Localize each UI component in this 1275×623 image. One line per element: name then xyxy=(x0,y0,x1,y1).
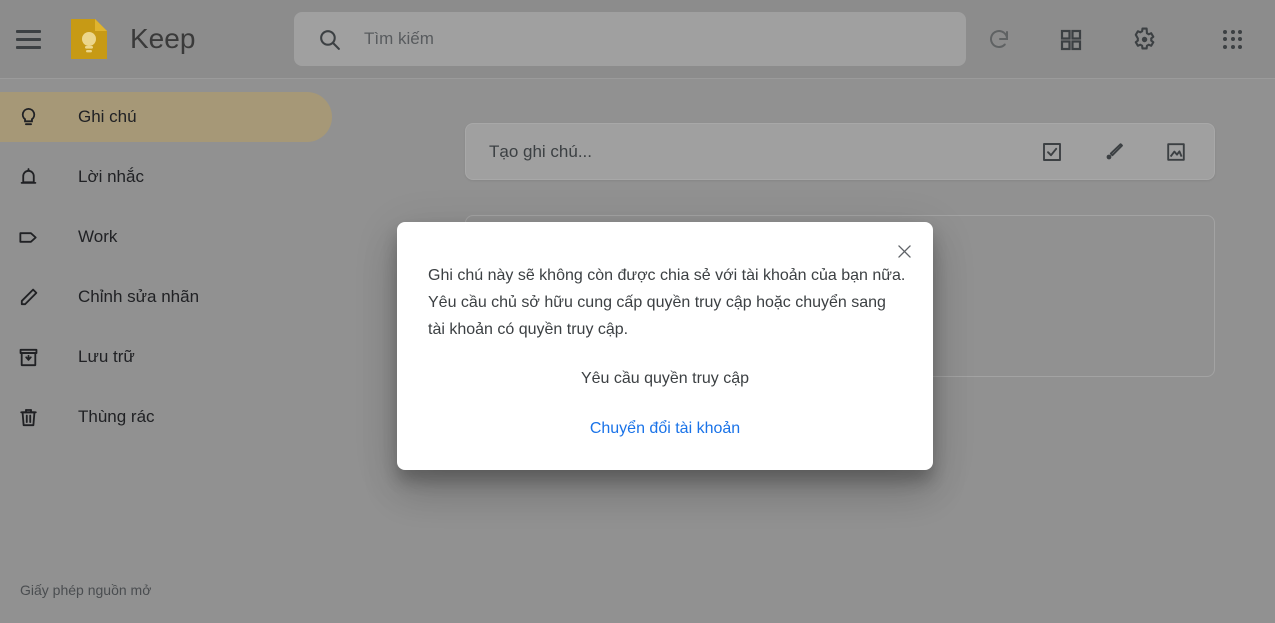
search-bar[interactable] xyxy=(294,12,966,66)
keep-app: Keep Tìm kiếm Ghi chú Lời nhắc Work Chỉn… xyxy=(0,0,1275,623)
sidebar-item-label: Chỉnh sửa nhãn xyxy=(78,287,200,306)
search-icon xyxy=(316,26,342,52)
sidebar-item-archive[interactable]: Lưu trữ xyxy=(0,332,332,382)
search-input[interactable] xyxy=(364,12,966,66)
sidebar-item-work[interactable]: Work xyxy=(0,212,332,262)
sidebar-item-label: Lưu trữ xyxy=(78,347,135,366)
lightbulb-icon xyxy=(16,105,40,129)
dialog-actions: Yêu cầu quyền truy cập Chuyển đổi tài kh… xyxy=(397,362,933,446)
hamburger-bar xyxy=(15,29,41,33)
composer-actions xyxy=(1028,128,1214,176)
label-tag-icon xyxy=(16,225,40,249)
no-access-dialog: Ghi chú này sẽ không còn được chia sẻ vớ… xyxy=(397,222,933,470)
new-list-button[interactable] xyxy=(1028,128,1076,176)
header-actions xyxy=(963,0,1275,79)
sidebar: Ghi chú Lời nhắc Work Chỉnh sửa nhãn Lưu… xyxy=(0,79,332,623)
bell-icon xyxy=(16,165,40,189)
list-view-button[interactable] xyxy=(1047,16,1095,64)
open-source-licenses-link[interactable]: Giấy phép nguồn mở xyxy=(20,582,151,598)
sidebar-item-label: Ghi chú xyxy=(78,107,137,126)
apps-grid-button[interactable] xyxy=(1209,16,1257,64)
new-image-button[interactable] xyxy=(1152,128,1200,176)
pencil-icon xyxy=(16,285,40,309)
hamburger-menu-icon[interactable] xyxy=(4,15,52,63)
switch-account-button[interactable]: Chuyển đổi tài khoản xyxy=(576,412,754,446)
archive-icon xyxy=(16,345,40,369)
hamburger-bar xyxy=(15,45,41,49)
app-title: Keep xyxy=(130,23,196,54)
composer-placeholder[interactable]: Tạo ghi chú... xyxy=(489,142,1028,162)
keep-logo-icon xyxy=(68,17,110,61)
sidebar-item-label: Lời nhắc xyxy=(78,167,144,186)
sidebar-item-label: Thùng rác xyxy=(78,407,155,426)
sidebar-item-edit-labels[interactable]: Chỉnh sửa nhãn xyxy=(0,272,332,322)
request-access-button[interactable]: Yêu cầu quyền truy cập xyxy=(567,362,763,396)
app-header: Keep xyxy=(0,0,1275,79)
refresh-button[interactable] xyxy=(975,16,1023,64)
dialog-message: Ghi chú này sẽ không còn được chia sẻ vớ… xyxy=(428,267,906,338)
sidebar-item-label: Work xyxy=(78,227,118,246)
hamburger-bar xyxy=(15,37,41,41)
note-composer[interactable]: Tạo ghi chú... xyxy=(465,123,1215,180)
brand-logo-link[interactable]: Keep xyxy=(68,17,195,61)
sidebar-item-reminders[interactable]: Lời nhắc xyxy=(0,152,332,202)
new-drawing-button[interactable] xyxy=(1090,128,1138,176)
sidebar-item-notes[interactable]: Ghi chú xyxy=(0,92,332,142)
sidebar-item-trash[interactable]: Thùng rác xyxy=(0,392,332,442)
apps-grid-icon xyxy=(1223,29,1243,50)
trash-icon xyxy=(16,405,40,429)
settings-button[interactable] xyxy=(1119,16,1167,64)
